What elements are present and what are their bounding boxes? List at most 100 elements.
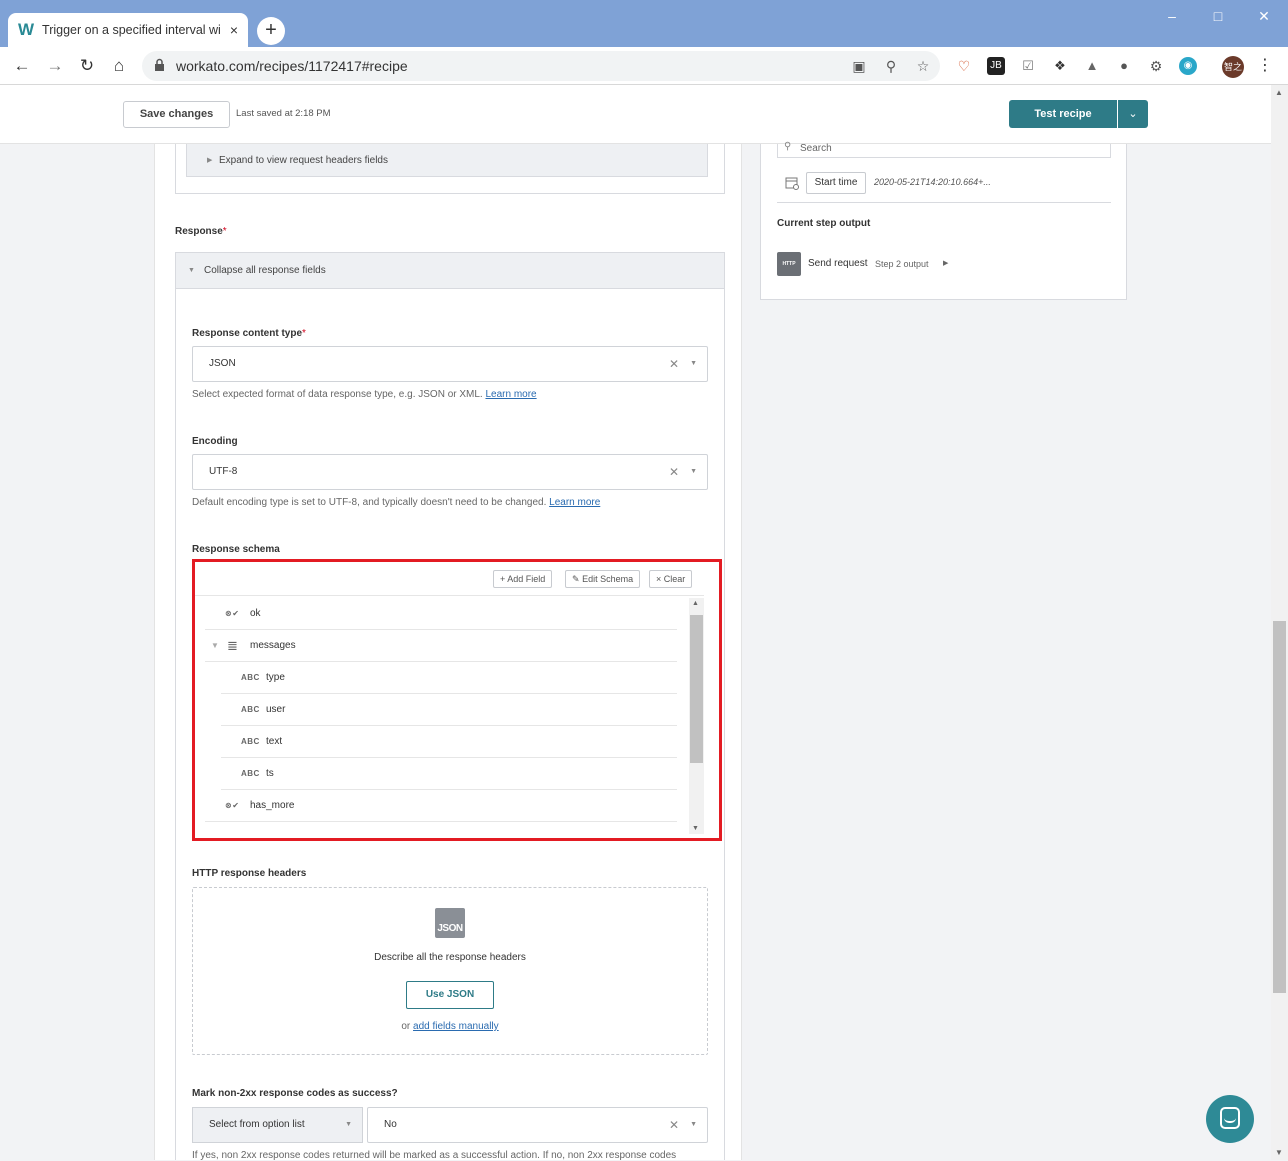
home-icon[interactable]: ⌂ — [108, 55, 130, 77]
translate-icon[interactable]: ▣ — [850, 57, 868, 75]
response-schema-label: Response schema — [192, 544, 280, 555]
check-extension-icon[interactable]: ☑ — [1019, 57, 1037, 75]
test-recipe-dropdown-button[interactable]: ⌄ — [1118, 100, 1148, 128]
response-content-type-label: Response content type* — [192, 328, 306, 339]
drive-extension-icon[interactable]: ▲ — [1083, 57, 1101, 75]
back-icon[interactable]: ← — [11, 55, 33, 77]
string-icon: ABC — [241, 769, 260, 778]
field-name: ok — [250, 608, 261, 619]
required-mark: * — [222, 226, 227, 237]
non-2xx-select[interactable]: No ✕ ▼ — [367, 1107, 708, 1143]
chat-support-button[interactable] — [1206, 1095, 1254, 1143]
circle-extension-icon[interactable]: ● — [1115, 57, 1133, 75]
field-name: ts — [266, 768, 274, 779]
clear-schema-button[interactable]: × Clear — [649, 570, 693, 588]
browser-menu-icon[interactable]: ⋮ — [1256, 57, 1274, 75]
schema-scroll-thumb[interactable] — [690, 615, 703, 763]
pencil-icon: ✎ — [572, 574, 580, 584]
dropdown-arrow-icon[interactable]: ▼ — [690, 1108, 697, 1142]
new-tab-button[interactable]: + — [257, 17, 285, 45]
page-scroll-thumb[interactable] — [1273, 621, 1286, 993]
expand-request-headers-toggle[interactable]: ▶ Expand to view request headers fields — [186, 144, 708, 177]
json-file-icon: JSON — [435, 908, 465, 938]
scroll-down-icon[interactable]: ▼ — [692, 825, 699, 832]
response-content-type-label-text: Response content type — [192, 328, 303, 339]
schema-scrollbar[interactable]: ▲ ▼ — [689, 598, 704, 834]
step-config-panel: ▶ Expand to view request headers fields … — [154, 144, 742, 1161]
boolean-icon: ⊗✔ — [225, 801, 240, 810]
encoding-label: Encoding — [192, 436, 238, 447]
data-search-input[interactable]: ⚲ Search — [777, 141, 1111, 158]
schema-field-row[interactable]: ▼ ≣ messages — [205, 630, 677, 662]
content-type-hint: Select expected format of data response … — [192, 389, 537, 400]
save-changes-button[interactable]: Save changes — [123, 101, 230, 128]
use-json-button[interactable]: Use JSON — [406, 981, 494, 1009]
add-fields-manually-text: or add fields manually — [193, 1021, 707, 1032]
option-list-label: Select from option list — [209, 1119, 305, 1130]
pocket-extension-icon[interactable]: ♡ — [955, 57, 973, 75]
search-icon: ⚲ — [784, 141, 792, 152]
browser-tab[interactable]: W Trigger on a specified interval wi × — [8, 13, 248, 47]
clear-icon[interactable]: ✕ — [669, 455, 679, 489]
lock-icon — [155, 58, 164, 71]
schema-field-row[interactable]: ⊗✔ has_more — [205, 790, 677, 822]
scroll-up-icon[interactable]: ▲ — [1275, 88, 1283, 97]
bookmark-star-icon[interactable]: ☆ — [914, 57, 932, 75]
content-type-learn-more-link[interactable]: Learn more — [485, 389, 536, 400]
blue-extension-icon[interactable]: ◉ — [1179, 57, 1197, 75]
current-step-output-label: Current step output — [777, 218, 871, 229]
test-recipe-button[interactable]: Test recipe — [1009, 100, 1117, 128]
encoding-hint-text: Default encoding type is set to UTF-8, a… — [192, 497, 547, 508]
option-list-toggle[interactable]: Select from option list ▼ — [192, 1107, 363, 1143]
clear-icon[interactable]: ✕ — [669, 1108, 679, 1142]
boolean-icon: ⊗✔ — [225, 609, 240, 618]
encoding-learn-more-link[interactable]: Learn more — [549, 497, 600, 508]
tampermonkey-extension-icon[interactable]: ❖ — [1051, 57, 1069, 75]
schema-toolbar: + Add Field ✎ Edit Schema × Clear — [195, 562, 704, 596]
http-app-icon: HTTP — [777, 252, 801, 276]
string-icon: ABC — [241, 673, 260, 682]
response-label-text: Response — [175, 226, 223, 237]
zoom-icon[interactable]: ⚲ — [882, 57, 900, 75]
response-section: ▼ Collapse all response fields Response … — [175, 252, 725, 1161]
edit-schema-button[interactable]: ✎ Edit Schema — [565, 570, 641, 588]
url-bar[interactable]: workato.com/recipes/1172417#recipe ▣ ⚲ ☆ — [142, 51, 940, 81]
reload-icon[interactable]: ↻ — [76, 55, 98, 77]
globe-extension-icon[interactable]: ⚙ — [1147, 57, 1165, 75]
add-fields-manually-link[interactable]: add fields manually — [413, 1021, 499, 1032]
encoding-select[interactable]: UTF-8 ✕ ▼ — [192, 454, 708, 490]
profile-avatar[interactable]: 智之 — [1222, 56, 1244, 78]
minimize-icon[interactable]: – — [1162, 6, 1182, 26]
schema-field-row[interactable]: ABC user — [221, 694, 677, 726]
schema-field-row[interactable]: ABC type — [221, 662, 677, 694]
search-placeholder: Search — [800, 143, 832, 154]
collapse-response-fields-toggle[interactable]: ▼ Collapse all response fields — [176, 253, 724, 289]
response-schema-editor: + Add Field ✎ Edit Schema × Clear ⊗✔ ok … — [192, 559, 722, 841]
schema-field-row[interactable]: ABC ts — [221, 758, 677, 790]
data-tree-panel: ⚲ Search Start time 2020-05-21T14:20:10.… — [760, 141, 1127, 300]
scroll-down-icon[interactable]: ▼ — [1275, 1148, 1283, 1157]
schema-field-row[interactable]: ABC text — [221, 726, 677, 758]
page-scrollbar[interactable]: ▲ ▼ — [1271, 85, 1288, 1160]
maximize-icon[interactable]: □ — [1208, 6, 1228, 26]
calendar-icon — [785, 177, 799, 190]
response-content-type-select[interactable]: JSON ✕ ▼ — [192, 346, 708, 382]
jb-extension-icon[interactable]: JB — [987, 57, 1005, 75]
schema-field-row[interactable]: ⊗✔ ok — [205, 598, 677, 630]
http-response-headers-dropzone: JSON Describe all the response headers U… — [192, 887, 708, 1055]
field-name: user — [266, 704, 286, 715]
dropdown-arrow-icon[interactable]: ▼ — [690, 347, 697, 381]
field-name: messages — [250, 640, 296, 651]
clear-icon[interactable]: ✕ — [669, 347, 679, 381]
add-field-button[interactable]: + Add Field — [493, 570, 553, 588]
start-time-pill[interactable]: Start time — [806, 172, 866, 194]
forward-icon[interactable]: → — [44, 55, 66, 77]
dropdown-arrow-icon[interactable]: ▼ — [690, 455, 697, 489]
caret-right-icon[interactable]: ▶ — [943, 259, 948, 267]
tab-close-icon[interactable]: × — [230, 22, 238, 38]
string-icon: ABC — [241, 737, 260, 746]
send-request-label[interactable]: Send request — [808, 258, 868, 269]
collapse-caret-icon[interactable]: ▼ — [211, 630, 219, 662]
scroll-up-icon[interactable]: ▲ — [692, 600, 699, 607]
window-close-icon[interactable]: ✕ — [1254, 6, 1274, 26]
